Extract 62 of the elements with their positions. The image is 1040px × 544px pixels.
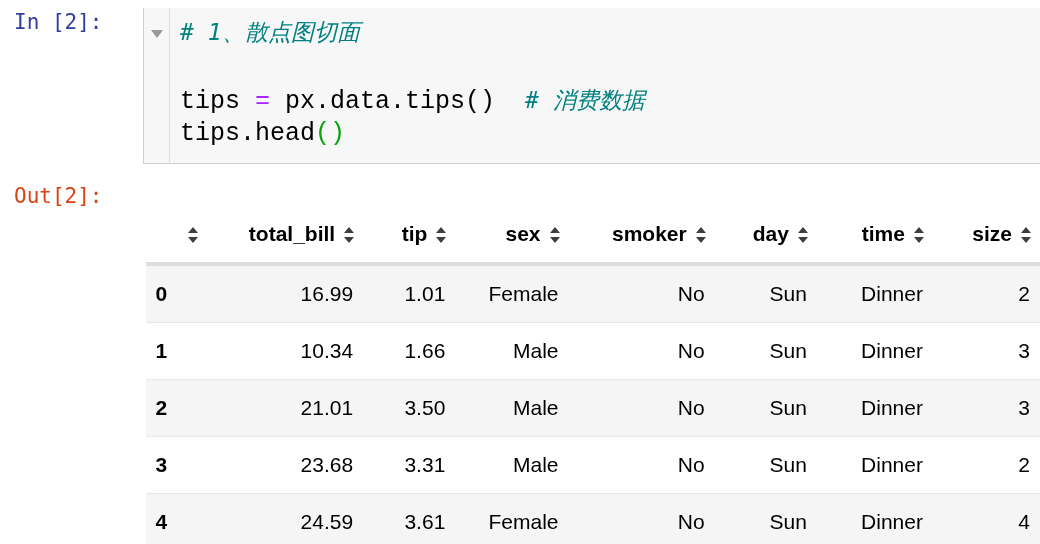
table-cell: Sun [769,339,807,362]
table-cell: Sun [769,510,807,533]
sort-icon[interactable] [186,226,199,245]
table-cell: No [677,510,705,533]
code-line: tips.head() [180,118,347,150]
table-cell: Dinner [861,453,923,476]
table-cell: Female [488,282,559,305]
table-cell: Sun [769,396,807,419]
table-cell: No [677,453,705,476]
sort-icon[interactable] [435,226,448,245]
table-cell: Dinner [861,282,923,305]
table-cell: 16.99 [300,282,354,305]
table-cell: Male [513,453,559,476]
output-prompt: Out[2]: [13,184,104,208]
table-cell: 3.61 [404,510,446,533]
code-cell[interactable]: # 1、散点图切面 tips = px.data.tips() # 消费数据 tips.head() [143,8,1040,164]
column-header: day [752,222,789,245]
table-cell: 10.34 [300,339,354,362]
table-cell: 3 [1018,396,1030,419]
sort-icon[interactable] [343,226,356,245]
table-cell: 24.59 [300,510,354,533]
table-cell: Dinner [861,339,923,362]
row-index: 0 [155,282,168,305]
table-cell: Dinner [861,396,923,419]
table-cell: Dinner [861,510,923,533]
table-cell: No [677,282,705,305]
table-cell: 4 [1018,510,1030,533]
table-cell: 1.01 [404,282,446,305]
column-header: time [861,222,905,245]
collapse-icon[interactable] [150,30,163,38]
sort-icon[interactable] [1020,226,1032,245]
table-cell: 2 [1018,282,1030,305]
table-cell: Male [513,396,559,419]
column-header: total_bill [248,222,336,245]
table-cell: 23.68 [300,453,354,476]
row-index: 2 [155,396,168,419]
code-line: # 1、散点图切面 [180,15,645,49]
table-cell: 2 [1018,453,1030,476]
sort-icon[interactable] [694,226,707,245]
table-cell: Male [513,339,559,362]
table-cell: 1.66 [404,339,446,362]
table-cell: 3.50 [404,396,446,419]
column-header: tip [401,222,428,245]
column-header: smoker [611,222,687,245]
row-index: 1 [155,339,168,362]
table-cell: 21.01 [300,396,354,419]
table-cell: No [677,339,705,362]
table-cell: 3 [1018,339,1030,362]
column-header: sex [505,222,541,245]
table-cell: 3.31 [404,453,446,476]
row-index: 3 [155,453,168,476]
table-cell: No [677,396,705,419]
code-line: tips = px.data.tips() # 消费数据 [180,86,645,117]
table-cell: Female [488,510,559,533]
sort-icon[interactable] [912,226,925,245]
sort-icon[interactable] [548,226,561,245]
table-cell: Sun [769,453,807,476]
input-prompt: In [2]: [13,9,104,34]
column-header: size [972,222,1012,245]
table-cell: Sun [769,282,807,305]
sort-icon[interactable] [796,226,809,245]
row-index: 4 [155,510,168,533]
